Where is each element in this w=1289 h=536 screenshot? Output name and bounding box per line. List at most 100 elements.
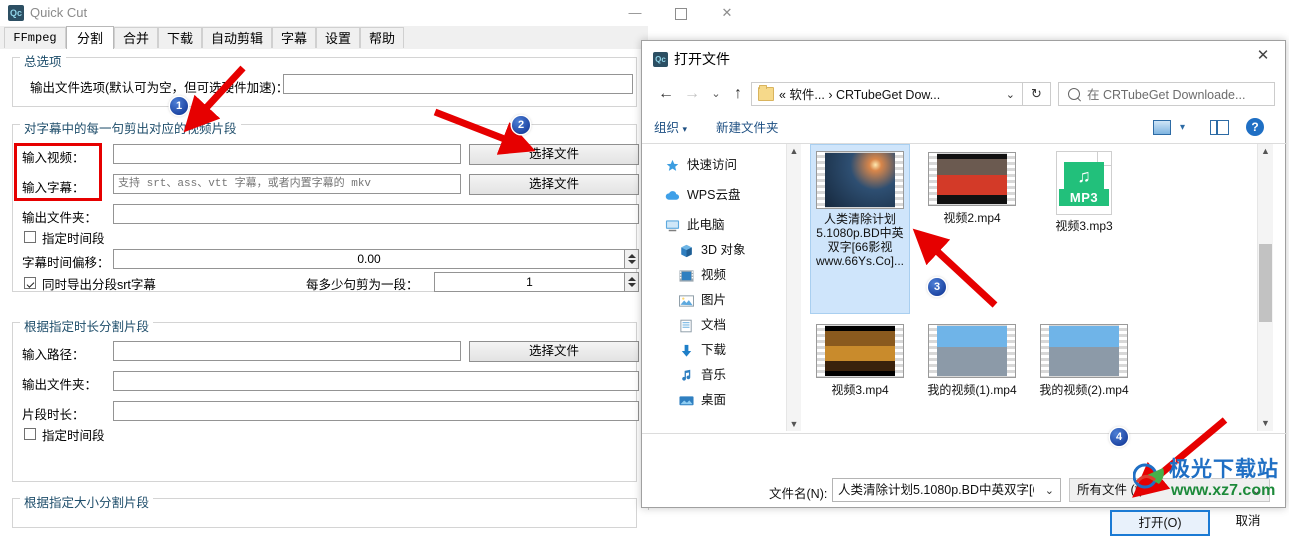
close-button[interactable]: ✕ <box>704 0 750 26</box>
back-icon[interactable]: ← <box>654 82 678 106</box>
file-thumbnail: ♫ MP3 <box>1034 150 1134 216</box>
divider <box>642 433 1287 434</box>
input-subtitle-field[interactable] <box>113 174 461 194</box>
filmstrip-icon <box>816 324 904 378</box>
subtitle-output-folder-field[interactable] <box>113 204 639 224</box>
file-name: 我的视频(1).mp4 <box>927 383 1017 397</box>
title-bar: Qc Quick Cut — ✕ <box>0 0 1289 26</box>
duration-time-range-label: 指定时间段 <box>42 429 105 443</box>
minimize-button[interactable]: — <box>612 0 658 26</box>
preview-pane-icon[interactable] <box>1210 120 1229 135</box>
file-name: 人类清除计划5.1080p.BD中英双字[66影视www.66Ys.Co]... <box>815 212 905 268</box>
view-mode-icon[interactable] <box>1153 120 1171 135</box>
refresh-icon[interactable]: ↻ <box>1023 82 1051 106</box>
filename-combobox[interactable]: 人类清除计划5.1080p.BD中英双字[66 ⌄ <box>832 478 1061 502</box>
chevron-down-icon[interactable]: ⌄ <box>1045 482 1054 500</box>
thumbnail-image <box>937 326 1007 376</box>
tab-auto-edit[interactable]: 自动剪辑 <box>202 27 272 48</box>
sidebar-label: 下载 <box>701 343 727 357</box>
tab-settings[interactable]: 设置 <box>316 27 360 48</box>
search-icon <box>1068 88 1080 100</box>
music-note-icon: ♫ <box>1077 166 1091 186</box>
film-perforation-left <box>929 153 937 205</box>
duration-input-path-browse-button[interactable]: 选择文件 <box>469 341 639 362</box>
input-video-browse-button[interactable]: 选择文件 <box>469 144 639 165</box>
sentences-per-clip-spinner[interactable] <box>625 272 639 292</box>
file-list-scrollbar[interactable]: ▲ ▼ <box>1257 144 1273 431</box>
app-title: Quick Cut <box>30 5 88 20</box>
watermark-url: www.xz7.com <box>1171 482 1276 499</box>
forward-icon[interactable]: → <box>680 82 704 106</box>
film-perforation-right <box>895 152 903 208</box>
chevron-down-icon: ▾ <box>682 124 688 134</box>
file-item[interactable]: 视频3.mp4 <box>810 316 910 416</box>
step-marker-3: 3 <box>928 278 946 296</box>
subtitle-offset-field[interactable] <box>113 249 625 269</box>
file-item[interactable]: 我的视频(1).mp4 <box>922 316 1022 416</box>
cancel-button[interactable]: 取消 <box>1219 510 1277 536</box>
subtitle-offset-label: 字幕时间偏移： <box>22 256 110 270</box>
file-item-selected[interactable]: 人类清除计划5.1080p.BD中英双字[66影视www.66Ys.Co]... <box>810 144 910 314</box>
scrollbar-thumb[interactable] <box>1259 244 1272 322</box>
export-srt-checkbox[interactable] <box>24 277 36 289</box>
sentences-per-clip-label: 每多少句剪为一段： <box>306 278 419 292</box>
scroll-down-icon[interactable]: ▼ <box>787 417 801 431</box>
search-placeholder: 在 CRTubeGet Downloade... <box>1087 88 1246 102</box>
dialog-title: 打开文件 <box>674 51 730 67</box>
address-bar[interactable]: « 软件... › CRTubeGet Dow... ⌄ <box>751 82 1023 106</box>
tab-download[interactable]: 下载 <box>158 27 202 48</box>
maximize-button[interactable] <box>658 0 704 26</box>
tab-ffmpeg[interactable]: FFmpeg <box>4 27 66 48</box>
sidebar-label: 视频 <box>701 268 727 282</box>
thumbnail-image <box>825 326 895 376</box>
mp3-badge: MP3 <box>1059 189 1109 206</box>
search-box[interactable]: 在 CRTubeGet Downloade... <box>1058 82 1275 106</box>
tab-merge[interactable]: 合并 <box>114 27 158 48</box>
output-options-input[interactable] <box>283 74 633 94</box>
file-list: 人类清除计划5.1080p.BD中英双字[66影视www.66Ys.Co]...… <box>802 144 1257 431</box>
duration-time-range-checkbox[interactable] <box>24 428 36 440</box>
input-video-field[interactable] <box>113 144 461 164</box>
organize-menu-button[interactable]: 组织 ▾ <box>654 118 687 139</box>
step-marker-2: 2 <box>512 116 530 134</box>
open-file-dialog: Qc 打开文件 ✕ ← → ⌄ ↑ « 软件... › CRTubeGet Do… <box>641 40 1287 508</box>
clip-duration-field[interactable] <box>113 401 639 421</box>
file-thumbnail <box>810 322 910 380</box>
new-folder-button[interactable]: 新建文件夹 <box>716 118 779 138</box>
duration-input-path-field[interactable] <box>113 341 461 361</box>
chevron-down-icon[interactable]: ▾ <box>1180 120 1185 135</box>
file-item[interactable]: 我的视频(2).mp4 <box>1034 316 1134 416</box>
help-icon[interactable]: ? <box>1246 118 1264 136</box>
sidebar-label: 此电脑 <box>687 218 725 232</box>
duration-output-folder-field[interactable] <box>113 371 639 391</box>
up-icon[interactable]: ↑ <box>726 82 750 106</box>
scroll-up-icon[interactable]: ▲ <box>787 144 801 158</box>
subtitle-offset-spinner[interactable] <box>625 249 639 269</box>
mp3-file-icon: ♫ MP3 <box>1056 151 1112 215</box>
file-item[interactable]: ♫ MP3 视频3.mp3 <box>1034 144 1134 244</box>
subtitle-time-range-label: 指定时间段 <box>42 232 105 246</box>
filmstrip-icon <box>816 151 904 209</box>
input-subtitle-browse-button[interactable]: 选择文件 <box>469 174 639 195</box>
breadcrumb: « 软件... › CRTubeGet Dow... <box>779 88 941 102</box>
maximize-icon <box>675 7 687 20</box>
chevron-down-icon[interactable]: ⌄ <box>1006 86 1015 104</box>
file-name: 视频3.mp4 <box>831 383 889 397</box>
film-perforation-right <box>1007 153 1015 205</box>
film-perforation-right <box>1119 325 1127 377</box>
tab-subtitle[interactable]: 字幕 <box>272 27 316 48</box>
scroll-up-icon[interactable]: ▲ <box>1258 144 1273 159</box>
watermark-logo <box>1132 462 1167 492</box>
tab-help[interactable]: 帮助 <box>360 27 404 48</box>
sentences-per-clip-field[interactable] <box>434 272 625 292</box>
tab-split[interactable]: 分割 <box>66 26 114 50</box>
dialog-close-button[interactable]: ✕ <box>1241 41 1285 71</box>
recent-locations-icon[interactable]: ⌄ <box>704 82 728 106</box>
spinner-up-icon <box>628 254 636 258</box>
tab-bar: FFmpeg 分割 合并 下载 自动剪辑 字幕 设置 帮助 <box>0 26 648 50</box>
subtitle-time-range-checkbox[interactable] <box>24 231 36 243</box>
sidebar-scrollbar[interactable]: ▲ ▼ <box>786 144 801 431</box>
scroll-down-icon[interactable]: ▼ <box>1258 416 1273 431</box>
open-button[interactable]: 打开(O) <box>1110 510 1210 536</box>
file-item[interactable]: 视频2.mp4 <box>922 144 1022 244</box>
